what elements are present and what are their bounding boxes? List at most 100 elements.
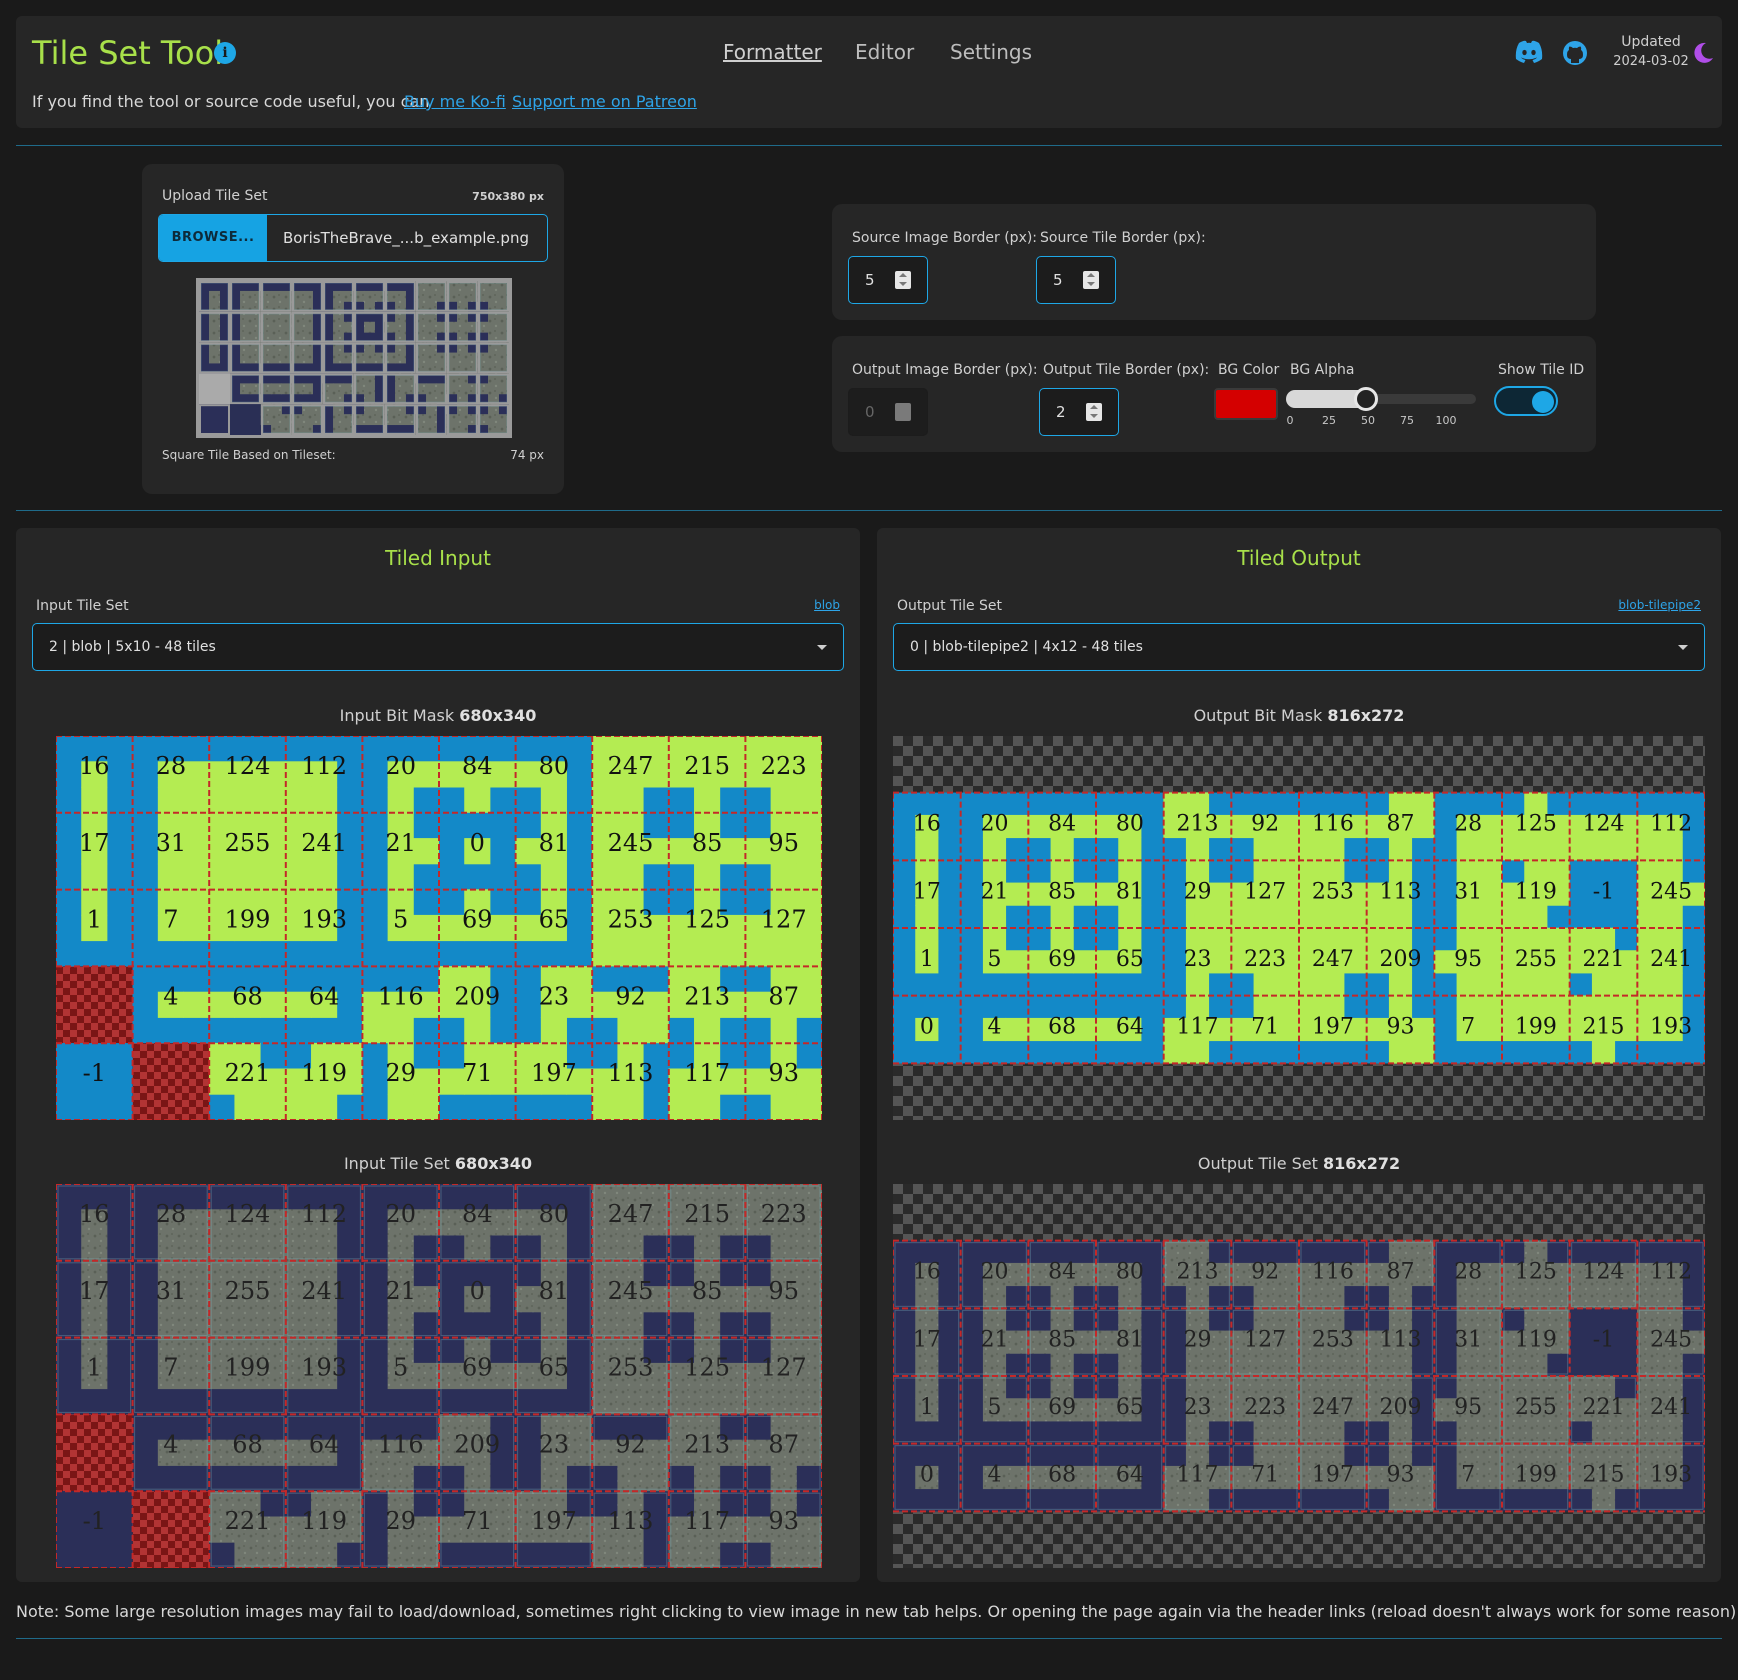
tile-id-label: 69 — [1048, 947, 1076, 972]
mask-cell — [1479, 1330, 1503, 1354]
nav-settings[interactable]: Settings — [950, 40, 1032, 64]
file-input[interactable]: BROWSE... BorisTheBrave_...b_example.png — [158, 214, 548, 262]
tile-id-label: 113 — [608, 1507, 654, 1535]
tile-id-label: 124 — [1583, 812, 1625, 837]
spinner-icon — [895, 403, 911, 421]
tile-id-label: 117 — [1177, 1015, 1219, 1040]
mask-cell — [1276, 995, 1300, 1019]
mask-cell — [668, 1094, 695, 1120]
output-tileset-label: Output Tile Set — [897, 598, 1003, 614]
mask-cell — [464, 1465, 491, 1492]
mask-cell — [240, 321, 251, 333]
input-tileset-select[interactable]: 2 | blob | 5x10 - 48 tiles — [32, 623, 844, 671]
mask-cell — [395, 290, 406, 302]
input-tileset-label: Input Tile Set — [36, 598, 129, 614]
tile-id-label: 245 — [608, 829, 654, 857]
mask-cell — [515, 1209, 542, 1236]
tile-id-label: 28 — [1454, 1260, 1482, 1285]
mask-cell — [426, 414, 437, 426]
mask-cell — [515, 1362, 542, 1390]
source-tile-border-value: 5 — [1053, 271, 1063, 289]
tile-id-label: 209 — [454, 1430, 500, 1458]
browse-button[interactable]: BROWSE... — [159, 215, 267, 261]
mask-cell — [796, 786, 822, 814]
output-tile-border-input[interactable]: 2 — [1039, 388, 1119, 436]
divider — [16, 510, 1722, 511]
mask-cell — [209, 352, 220, 364]
panel-title: Tiled Input — [385, 546, 491, 570]
mask-cell — [1208, 882, 1232, 906]
tile-id-label: 17 — [79, 1277, 110, 1305]
spinner-icon[interactable] — [1083, 271, 1099, 289]
tile-id-label: 23 — [539, 1430, 570, 1458]
tile-id-label: 4 — [988, 1463, 1002, 1488]
mask-cell — [1050, 837, 1074, 861]
output-tileset-select[interactable]: 0 | blob-tilepipe2 | 4x12 - 48 tiles — [893, 623, 1705, 671]
nav-editor[interactable]: Editor — [855, 40, 914, 64]
mask-cell — [566, 966, 593, 993]
mask-cell — [364, 414, 375, 426]
mask-cell — [1298, 837, 1322, 861]
bg-color-picker[interactable] — [1214, 388, 1278, 420]
mask-cell — [591, 991, 619, 1018]
mask-cell — [1073, 1017, 1097, 1042]
mask-cell — [745, 1439, 772, 1466]
moon-icon[interactable] — [1694, 42, 1714, 64]
output-bitmask-image: 16 20 84 80 213 92 116 87 28 125 124 11217 21 85 81 29 1… — [893, 736, 1705, 1120]
github-icon[interactable] — [1562, 40, 1588, 66]
mask-cell — [285, 1311, 312, 1338]
mask-cell — [271, 321, 282, 333]
mask-cell — [796, 1068, 822, 1095]
tile-id-label: 68 — [232, 982, 263, 1010]
input-tileset-link[interactable]: blob — [814, 598, 840, 612]
mask-cell — [668, 1286, 695, 1313]
mask-cell — [796, 991, 822, 1018]
mask-cell — [770, 1465, 797, 1492]
mask-cell — [285, 1094, 312, 1120]
nav-formatter[interactable]: Formatter — [723, 40, 822, 64]
show-tile-id-toggle[interactable] — [1494, 386, 1558, 416]
tile-id-label: 65 — [1116, 947, 1144, 972]
square-tile-label: Square Tile Based on Tileset: — [162, 448, 336, 462]
tile-id-label: 199 — [1515, 1015, 1557, 1040]
tile-id-label: 113 — [1380, 879, 1422, 904]
patreon-link[interactable]: Support me on Patreon — [512, 92, 697, 111]
tile-id-label: 68 — [1048, 1463, 1076, 1488]
mask-cell — [426, 321, 437, 333]
mask-cell — [1073, 1465, 1097, 1490]
mask-cell — [183, 1439, 210, 1466]
mask-cell — [333, 414, 344, 426]
mask-cell — [1388, 1488, 1413, 1512]
mask-cell — [183, 1260, 210, 1287]
spinner-icon[interactable] — [895, 271, 911, 289]
mask-cell — [1208, 1353, 1232, 1377]
tile-id-label: 1 — [87, 1354, 102, 1382]
mask-cell — [1479, 814, 1503, 839]
mask-cell — [234, 786, 261, 814]
mask-cell — [1546, 972, 1570, 996]
source-image-border-input[interactable]: 5 — [848, 256, 928, 304]
tile-id-label: 16 — [79, 1200, 110, 1228]
output-tileset-link[interactable]: blob-tilepipe2 — [1618, 598, 1701, 612]
bg-alpha-thumb[interactable] — [1354, 387, 1378, 411]
header-bar: Tile Set Tool i Formatter Editor Setting… — [16, 16, 1722, 128]
spinner-icon[interactable] — [1086, 403, 1102, 421]
discord-icon[interactable] — [1514, 40, 1544, 64]
mask-cell — [1479, 882, 1503, 906]
tile-id-label: 119 — [1515, 879, 1557, 904]
tile-id-label: 127 — [1244, 1327, 1286, 1352]
mask-cell — [333, 383, 344, 395]
tile-id-label: 199 — [225, 1354, 271, 1382]
output-image-border-value: 0 — [865, 403, 875, 421]
mask-cell — [1479, 1420, 1503, 1444]
tile-id-label: 1 — [920, 947, 934, 972]
mask-cell — [591, 940, 619, 967]
tile-id-label: 93 — [768, 1059, 799, 1087]
kofi-link[interactable]: Buy me Ko-fi — [404, 92, 506, 111]
mask-cell — [1298, 1285, 1322, 1309]
mask-cell — [1479, 837, 1503, 861]
info-icon[interactable]: i — [214, 42, 236, 64]
mask-cell — [209, 290, 220, 302]
source-tile-border-input[interactable]: 5 — [1036, 256, 1116, 304]
mask-cell — [1479, 860, 1503, 884]
